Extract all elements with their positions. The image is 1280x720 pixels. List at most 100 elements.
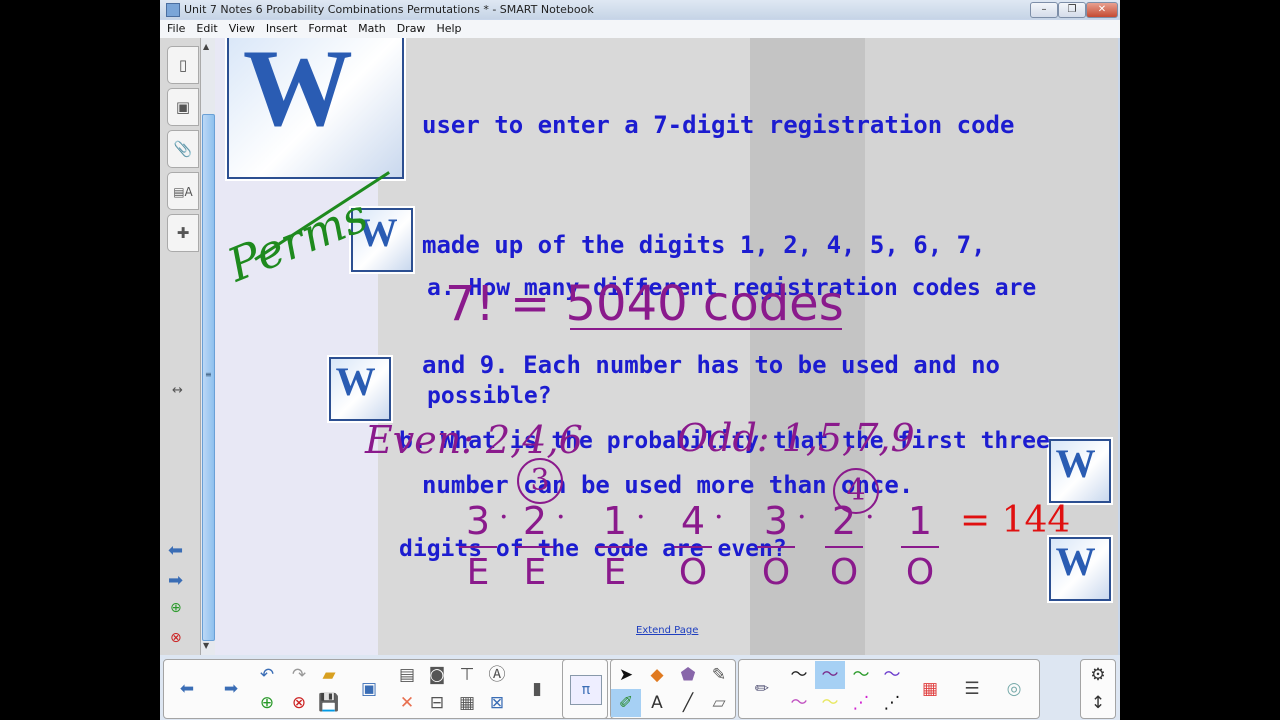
page-sorter-tab[interactable]: ▯ [167, 46, 199, 84]
add-page-button[interactable]: ⊕ [252, 689, 282, 717]
pen-style-6[interactable]: 〜 [815, 689, 845, 717]
show-screen-button[interactable]: ⊟ [422, 689, 452, 717]
previous-page-arrow-icon[interactable]: ⬅ [168, 540, 183, 561]
gallery-tab[interactable]: ▣ [167, 88, 199, 126]
menu-file[interactable]: File [167, 22, 185, 35]
fraction[interactable]: 2O [821, 498, 867, 596]
pen-style-4[interactable]: 〜 [877, 661, 907, 689]
fill-tool[interactable]: ⬟ [673, 661, 703, 689]
next-page-arrow-icon[interactable]: ➡ [168, 570, 183, 591]
vertical-scrollbar[interactable]: ▲ ≡ ▼ [200, 38, 215, 655]
word-document-icon[interactable]: W [1049, 439, 1111, 503]
fraction[interactable]: 3O [753, 498, 799, 596]
handwriting-answer-a[interactable]: 7! = 5040 codes [445, 276, 844, 332]
fraction-denominator: O [761, 552, 791, 593]
notebook-page[interactable]: W W W W W user to enter a 7-digit regist… [215, 38, 1118, 655]
fraction-denominator: E [466, 552, 490, 593]
menu-insert[interactable]: Insert [266, 22, 298, 35]
eraser-tool[interactable]: ▱ [704, 689, 734, 717]
ink-underline [570, 328, 842, 330]
word-document-icon[interactable]: W [329, 357, 391, 421]
fraction[interactable]: 1O [897, 498, 943, 596]
handwriting-even[interactable]: Even: 2,4,6 [365, 418, 583, 462]
screen-shade-button[interactable]: ▣ [354, 675, 384, 703]
pen-style-7[interactable]: ⋰ [846, 689, 876, 717]
side-tabs: ▯ ▣ 📎 ▤A ✚ ↔ ⬅ ➡ ⊕ ⊗ [160, 38, 200, 655]
next-page-button[interactable]: ➡ [216, 675, 246, 703]
menu-help[interactable]: Help [436, 22, 461, 35]
handwriting-perms[interactable]: Perms [220, 188, 375, 293]
fraction-denominator: O [678, 552, 708, 593]
pen-style-3[interactable]: 〜 [846, 661, 876, 689]
fill-effects-button[interactable]: ◎ [999, 675, 1029, 703]
handwriting-recognition-button[interactable]: Ⓐ [482, 661, 512, 689]
pen-style-5[interactable]: 〜 [784, 689, 814, 717]
attachments-tab[interactable]: 📎 [167, 130, 199, 168]
fraction[interactable]: 3E [455, 498, 501, 596]
pen-style-8[interactable]: ⋰ [877, 689, 907, 717]
pen-style-2[interactable]: 〜 [815, 661, 845, 689]
handwriting-result[interactable]: = 144 [960, 500, 1070, 541]
scroll-up-icon[interactable]: ▲ [203, 42, 209, 51]
menu-view[interactable]: View [229, 22, 255, 35]
close-button[interactable]: ✕ [1086, 2, 1118, 18]
toolbar-group-pen-styles: ✏ 〜 〜 〜 〜 〜 〜 ⋰ ⋰ ▦ ☰ ◎ [738, 659, 1040, 719]
fraction-numerator: 2 [831, 499, 857, 543]
handwriting-odd[interactable]: Odd: 1,5,7,9 [677, 416, 915, 460]
delete-button[interactable]: ✕ [392, 689, 422, 717]
lines-tool[interactable]: ╱ [673, 689, 703, 717]
puzzle-icon: ✚ [176, 224, 190, 242]
undo-button[interactable]: ↶ [252, 661, 282, 689]
pen-style-1[interactable]: 〜 [784, 661, 814, 689]
math-button[interactable]: π [570, 675, 602, 705]
word-document-icon[interactable]: W [227, 38, 404, 179]
toolbar-group-math: π [562, 659, 608, 719]
settings-gear-icon[interactable]: ⚙ [1083, 661, 1113, 689]
paste-button[interactable]: ▤ [392, 661, 422, 689]
properties-tab[interactable]: ▤A [167, 172, 199, 210]
resize-arrows-icon[interactable]: ↔ [172, 383, 183, 398]
menu-edit[interactable]: Edit [196, 22, 217, 35]
minimize-button[interactable]: – [1030, 2, 1058, 18]
menu-math[interactable]: Math [358, 22, 386, 35]
add-ons-tab[interactable]: ✚ [167, 214, 199, 252]
move-toolbar-icon[interactable]: ↕ [1083, 689, 1113, 717]
scroll-thumb[interactable]: ≡ [202, 114, 215, 641]
table-button[interactable]: ▦ [452, 689, 482, 717]
magic-pen-tool[interactable]: ✎ [704, 661, 734, 689]
toolbar-group-extra: ⚙ ↕ [1080, 659, 1116, 719]
line-style-button[interactable]: ☰ [957, 675, 987, 703]
record-button[interactable]: ▮ [522, 675, 552, 703]
shapes-tool[interactable]: ◆ [642, 661, 672, 689]
screen-capture-button[interactable]: ◙ [422, 661, 452, 689]
title-bar: Unit 7 Notes 6 Probability Combinations … [160, 0, 1120, 19]
delete-page-icon[interactable]: ⊗ [170, 630, 182, 646]
previous-page-button[interactable]: ⬅ [172, 675, 202, 703]
pens-tool[interactable]: ✐ [611, 689, 641, 717]
fraction[interactable]: 1E [592, 498, 638, 596]
redo-button[interactable]: ↷ [284, 661, 314, 689]
text-tool[interactable]: A [642, 689, 672, 717]
fraction-bar [825, 546, 863, 548]
save-button[interactable]: 💾 [314, 689, 344, 717]
add-page-icon[interactable]: ⊕ [170, 600, 182, 616]
restore-button[interactable]: ❐ [1058, 2, 1086, 18]
fraction-bar [459, 546, 497, 548]
colors-button[interactable]: ▦ [915, 675, 945, 703]
fraction[interactable]: 2E [512, 498, 558, 596]
word-document-icon[interactable]: W [1049, 537, 1111, 601]
full-screen-button[interactable]: ⊠ [482, 689, 512, 717]
pen-icon[interactable]: ✏ [747, 675, 777, 703]
fraction[interactable]: 4O [670, 498, 716, 596]
select-tool[interactable]: ➤ [611, 661, 641, 689]
fraction-numerator: 3 [763, 499, 789, 543]
menu-format[interactable]: Format [308, 22, 347, 35]
open-file-button[interactable]: ▰ [314, 661, 344, 689]
menu-draw[interactable]: Draw [397, 22, 426, 35]
delete-page-button[interactable]: ⊗ [284, 689, 314, 717]
extend-page-link[interactable]: Extend Page [636, 625, 698, 636]
document-camera-button[interactable]: ⊤ [452, 661, 482, 689]
menu-bar: File Edit View Insert Format Math Draw Help [160, 20, 1120, 38]
scroll-down-icon[interactable]: ▼ [203, 641, 209, 650]
problem-line: user to enter a 7-digit registration cod… [422, 111, 1015, 139]
